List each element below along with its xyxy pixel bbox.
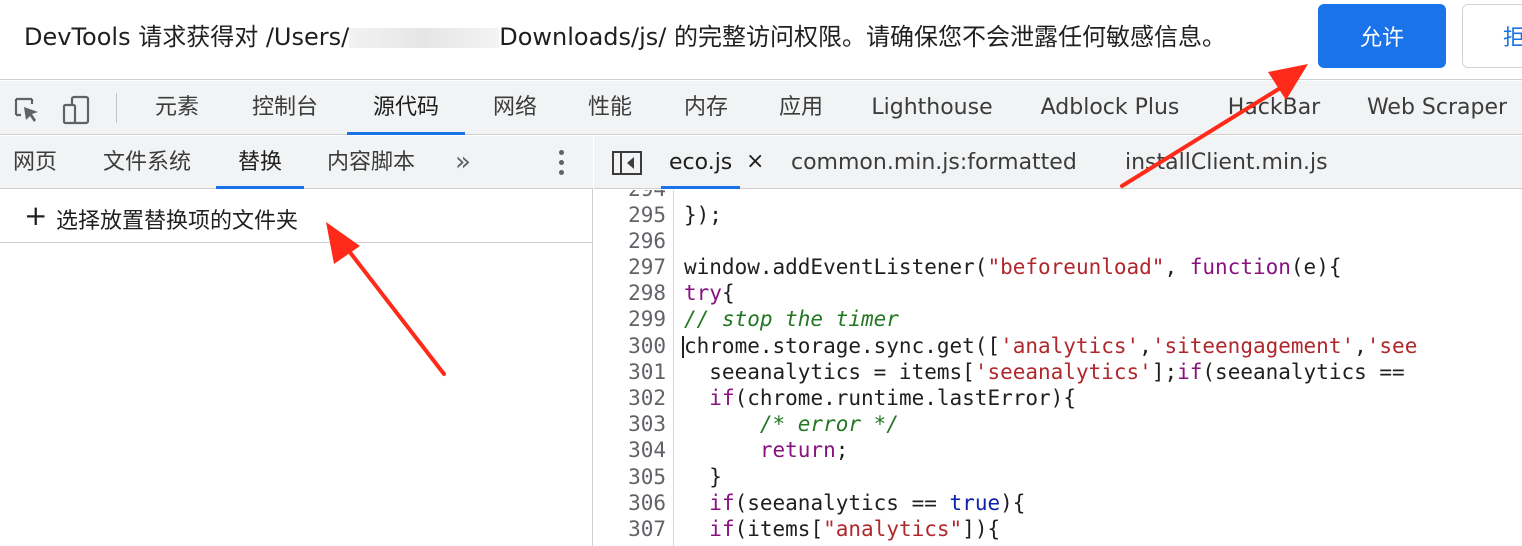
code-line: /* error */ (684, 412, 899, 436)
code-line: } (684, 465, 722, 489)
line-number: 299 (628, 307, 666, 331)
plus-icon: + (24, 199, 48, 232)
tab-elements[interactable]: 元素 (142, 81, 212, 135)
code-line: if(chrome.runtime.lastError){ (709, 386, 1076, 410)
device-toolbar-icon[interactable] (62, 95, 92, 125)
tab-console[interactable]: 控制台 (238, 81, 332, 135)
permission-message-prefix: DevTools 请求获得对 /Users/ (24, 23, 350, 51)
permission-message: DevTools 请求获得对 /Users/Downloads/js/ 的完整访… (24, 20, 1226, 54)
tab-page[interactable]: 网页 (10, 136, 60, 189)
code-editor[interactable]: 294 295 296 297 298 299 300 301 302 303 … (594, 190, 1522, 546)
tab-lighthouse[interactable]: Lighthouse (868, 81, 996, 135)
tab-performance[interactable]: 性能 (575, 81, 645, 135)
code-line: return; (759, 438, 849, 462)
tab-content-scripts[interactable]: 内容脚本 (322, 136, 420, 189)
code-line: if(items["analytics"]){ (709, 517, 1001, 541)
inspect-element-icon[interactable] (12, 95, 42, 125)
editor-file-tabs: eco.js × common.min.js:formatted install… (594, 136, 1522, 189)
permission-infobar: DevTools 请求获得对 /Users/Downloads/js/ 的完整访… (0, 0, 1522, 80)
tab-filesystem[interactable]: 文件系统 (98, 136, 196, 189)
tab-adblock-plus[interactable]: Adblock Plus (1034, 81, 1186, 135)
toolbar-separator (116, 93, 117, 123)
line-number: 295 (628, 203, 666, 227)
tab-memory[interactable]: 内存 (671, 81, 741, 135)
kebab-menu-icon[interactable] (557, 150, 565, 178)
code-line: try{ (684, 281, 735, 305)
code-line: }); (684, 203, 722, 227)
file-tab-common-min-js[interactable]: common.min.js:formatted (791, 136, 1077, 189)
sources-editor-pane: eco.js × common.min.js:formatted install… (594, 136, 1522, 546)
line-number: 298 (628, 281, 666, 305)
tab-application[interactable]: 应用 (766, 81, 836, 135)
line-number: 305 (628, 465, 666, 489)
line-number: 306 (628, 491, 666, 515)
line-number: 302 (628, 386, 666, 410)
sources-navigator: 网页 文件系统 替换 内容脚本 » + 选择放置替换项的文件夹 (0, 136, 593, 546)
navigator-tabs: 网页 文件系统 替换 内容脚本 » (0, 136, 593, 189)
select-override-folder-button[interactable]: + 选择放置替换项的文件夹 (0, 190, 593, 243)
code-line: seeanalytics = items['seeanalytics'];if(… (684, 360, 1405, 384)
devtools-main-toolbar: 元素 控制台 源代码 网络 性能 内存 应用 Lighthouse Adbloc… (0, 81, 1522, 135)
line-number: 296 (628, 229, 666, 253)
allow-button[interactable]: 允许 (1318, 4, 1446, 68)
line-number-gutter: 294 295 296 297 298 299 300 301 302 303 … (594, 190, 674, 546)
close-tab-icon[interactable]: × (746, 149, 764, 174)
toggle-navigator-icon[interactable] (612, 151, 642, 175)
more-tabs-chevron-icon[interactable]: » (455, 147, 471, 177)
line-number: 307 (628, 517, 666, 541)
file-tab-label: eco.js (669, 150, 733, 175)
tab-hackbar[interactable]: HackBar (1224, 81, 1324, 135)
tab-overrides[interactable]: 替换 (216, 136, 304, 189)
line-number: 294 (594, 190, 666, 202)
line-number: 304 (628, 438, 666, 462)
tab-sources[interactable]: 源代码 (347, 81, 465, 135)
code-lines: }); window.addEventListener("beforeunloa… (682, 190, 1522, 546)
select-override-folder-label: 选择放置替换项的文件夹 (56, 209, 299, 234)
code-line: window.addEventListener("beforeunload", … (684, 255, 1342, 279)
permission-message-suffix: Downloads/js/ 的完整访问权限。请确保您不会泄露任何敏感信息。 (499, 23, 1226, 51)
line-number: 301 (628, 360, 666, 384)
tab-web-scraper[interactable]: Web Scraper (1362, 81, 1512, 135)
deny-button[interactable]: 拒 (1462, 4, 1522, 68)
code-line: if(seeanalytics == true){ (709, 491, 1026, 515)
line-number: 300 (628, 334, 666, 358)
code-line: chrome.storage.sync.get(['analytics','si… (682, 334, 1418, 358)
file-tab-installclient-min-js[interactable]: installClient.min.js (1125, 136, 1328, 189)
redacted-username (349, 28, 500, 48)
line-number: 297 (628, 255, 666, 279)
code-line: // stop the timer (684, 307, 899, 331)
file-tab-eco-js[interactable]: eco.js (660, 136, 741, 189)
tab-network[interactable]: 网络 (480, 81, 550, 135)
line-number: 303 (628, 412, 666, 436)
